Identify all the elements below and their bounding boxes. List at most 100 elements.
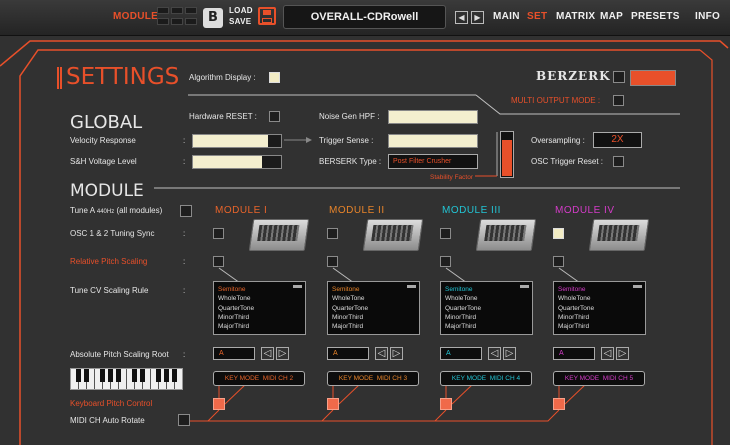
list-item[interactable]: MinorThird (218, 313, 305, 322)
velocity-response-label: Velocity Response (70, 136, 136, 145)
keyboard-pitch-checkbox-2[interactable] (327, 398, 339, 410)
list-item[interactable]: QuarterTone (332, 304, 419, 313)
pitch-root-select-4[interactable]: A (553, 347, 595, 360)
hardware-reset-checkbox[interactable] (269, 111, 280, 122)
root-prev-icon[interactable]: ◁ (261, 347, 274, 360)
list-item[interactable]: MinorThird (445, 313, 532, 322)
keyboard-pitch-checkbox-4[interactable] (553, 398, 565, 410)
list-item[interactable]: MinorThird (332, 313, 419, 322)
list-item[interactable]: MajorThird (218, 322, 305, 331)
nav-map[interactable]: MAP (600, 11, 623, 22)
root-prev-icon[interactable]: ◁ (375, 347, 388, 360)
module-header-4: MODULE IV (555, 205, 615, 216)
scaling-rule-list-3[interactable]: Semitone WholeTone QuarterTone MinorThird Ma… (440, 281, 533, 335)
velocity-response-slider[interactable] (192, 134, 282, 148)
list-item[interactable]: WholeTone (332, 294, 419, 303)
list-item[interactable]: WholeTone (558, 294, 645, 303)
stability-factor-slider[interactable] (500, 131, 514, 178)
module-header-2: MODULE II (329, 205, 385, 216)
list-item[interactable]: QuarterTone (445, 304, 532, 313)
list-item[interactable]: WholeTone (445, 294, 532, 303)
list-item[interactable]: MajorThird (558, 322, 645, 331)
colon: : (183, 350, 186, 359)
scaling-rule-list-4[interactable]: Semitone WholeTone QuarterTone MinorThird Ma… (553, 281, 646, 335)
berzerk-checkbox[interactable] (613, 71, 625, 83)
keyboard-pitch-checkbox-1[interactable] (213, 398, 225, 410)
osc-sync-checkbox-2[interactable] (327, 228, 338, 239)
osc-sync-checkbox-3[interactable] (440, 228, 451, 239)
root-prev-icon[interactable]: ◁ (488, 347, 501, 360)
colon: : (183, 257, 186, 266)
list-item[interactable]: Semitone (332, 285, 419, 294)
save-button[interactable]: SAVE (229, 17, 251, 26)
root-next-icon[interactable]: ▷ (276, 347, 289, 360)
floppy-save-icon[interactable] (258, 7, 276, 25)
list-item[interactable]: Semitone (445, 285, 532, 294)
nav-main[interactable]: MAIN (493, 11, 520, 22)
list-item[interactable]: MinorThird (558, 313, 645, 322)
nav-info[interactable]: INFO (695, 11, 720, 22)
synth-module-icon (248, 219, 310, 251)
midi-ch-text: MIDI CH 5 (602, 375, 634, 382)
prev-preset-icon[interactable]: ◀ (455, 11, 468, 24)
black-key (172, 369, 177, 382)
module-grid[interactable] (157, 7, 199, 29)
multi-output-checkbox[interactable] (613, 95, 624, 106)
rel-pitch-checkbox-3[interactable] (440, 256, 451, 267)
sh-voltage-label: S&H Voltage Level (70, 157, 137, 166)
key-mode-display-3[interactable]: KEY MODE MIDI CH 4 (440, 371, 532, 386)
list-item[interactable]: QuarterTone (218, 304, 305, 313)
list-item[interactable]: Semitone (218, 285, 305, 294)
berserk-type-select[interactable]: Post Filter Crusher (388, 154, 478, 169)
preset-name-display[interactable]: OVERALL-CDRowell (283, 5, 446, 29)
key-mode-display-1[interactable]: KEY MODE MIDI CH 2 (213, 371, 305, 386)
sh-voltage-slider[interactable] (192, 155, 282, 169)
tab-module[interactable]: MODULE (113, 11, 158, 22)
oversampling-value[interactable]: 2X (593, 132, 642, 148)
root-next-icon[interactable]: ▷ (616, 347, 629, 360)
trigger-sense-slider[interactable] (388, 134, 478, 148)
key-mode-display-2[interactable]: KEY MODE MIDI CH 3 (327, 371, 419, 386)
tune-a-checkbox[interactable] (180, 205, 192, 217)
black-key (132, 369, 137, 382)
key-mode-text: KEY MODE (338, 375, 374, 382)
load-button[interactable]: LOAD (229, 6, 253, 15)
nav-presets[interactable]: PRESETS (631, 11, 680, 22)
next-preset-icon[interactable]: ▶ (471, 11, 484, 24)
module-header-1: MODULE I (215, 205, 268, 216)
algorithm-display-label: Algorithm Display : (189, 73, 256, 82)
list-item[interactable]: Semitone (558, 285, 645, 294)
rel-pitch-checkbox-1[interactable] (213, 256, 224, 267)
hardware-reset-label: Hardware RESET : (189, 112, 257, 121)
berzerk-indicator[interactable] (630, 70, 676, 86)
root-prev-icon[interactable]: ◁ (601, 347, 614, 360)
scaling-rule-list-2[interactable]: Semitone WholeTone QuarterTone MinorThird Ma… (327, 281, 420, 335)
key-mode-display-4[interactable]: KEY MODE MIDI CH 5 (553, 371, 645, 386)
multi-output-label: MULTI OUTPUT MODE : (511, 96, 601, 105)
osc-sync-checkbox-1[interactable] (213, 228, 224, 239)
noise-gen-hpf-label: Noise Gen HPF : (319, 112, 380, 121)
root-next-icon[interactable]: ▷ (503, 347, 516, 360)
pitch-root-select-3[interactable]: A (440, 347, 482, 360)
osc-trigger-reset-checkbox[interactable] (613, 156, 624, 167)
scaling-rule-list-1[interactable]: Semitone WholeTone QuarterTone MinorThird Ma… (213, 281, 306, 335)
rel-pitch-checkbox-4[interactable] (553, 256, 564, 267)
nav-set[interactable]: SET (527, 11, 547, 22)
osc-sync-checkbox-4[interactable] (553, 228, 564, 239)
brand-b-icon[interactable]: B (203, 8, 223, 28)
list-item[interactable]: MajorThird (445, 322, 532, 331)
list-item[interactable]: QuarterTone (558, 304, 645, 313)
midi-auto-rotate-checkbox[interactable] (178, 414, 190, 426)
tune-a-hz: 440Hz (96, 209, 115, 215)
keyboard-pitch-checkbox-3[interactable] (440, 398, 452, 410)
tune-a-text: Tune A (70, 206, 95, 215)
rel-pitch-checkbox-2[interactable] (327, 256, 338, 267)
list-item[interactable]: WholeTone (218, 294, 305, 303)
nav-matrix[interactable]: MATRIX (556, 11, 595, 22)
pitch-root-select-1[interactable]: A (213, 347, 255, 360)
algorithm-display-checkbox[interactable] (269, 72, 280, 83)
noise-gen-hpf-slider[interactable] (388, 110, 478, 124)
pitch-root-select-2[interactable]: A (327, 347, 369, 360)
root-next-icon[interactable]: ▷ (390, 347, 403, 360)
list-item[interactable]: MajorThird (332, 322, 419, 331)
